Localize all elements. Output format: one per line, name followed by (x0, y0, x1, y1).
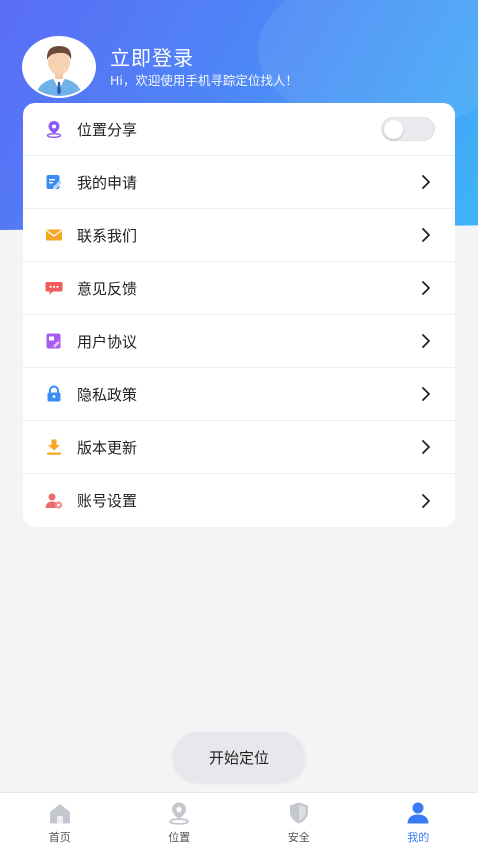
tab-security[interactable]: 安全 (239, 793, 359, 850)
toggle-knob (384, 120, 403, 139)
menu-item-user-agreement[interactable]: 用户协议 (23, 315, 455, 368)
menu-item-version-update[interactable]: 版本更新 (23, 421, 455, 474)
tab-location[interactable]: 位置 (120, 793, 240, 850)
menu-item-label: 位置分享 (77, 120, 138, 139)
menu-item-label: 用户协议 (77, 332, 138, 351)
profile-area[interactable]: 立即登录 Hi，欢迎使用手机寻踪定位找人！ (22, 36, 298, 98)
menu-item-my-applications[interactable]: 我的申请 (23, 156, 455, 209)
login-title[interactable]: 立即登录 (110, 45, 298, 71)
menu-item-label: 联系我们 (77, 226, 138, 245)
lock-icon (45, 385, 63, 403)
agreement-icon (45, 332, 63, 350)
menu-item-label: 我的申请 (77, 173, 138, 192)
chevron-right-icon (422, 387, 430, 401)
tab-mine[interactable]: 我的 (359, 793, 478, 850)
menu-item-feedback[interactable]: 意见反馈 (23, 262, 455, 315)
tab-label: 首页 (48, 830, 71, 844)
menu-item-label: 账号设置 (77, 492, 138, 510)
person-icon (407, 802, 429, 823)
menu-card: 位置分享 我的申请 联系我们 意见反馈 用户协议 隐私政策 版本更新 账号设置 (23, 103, 455, 527)
avatar-person-icon (24, 38, 94, 96)
download-icon (45, 438, 63, 456)
greeting-text: Hi，欢迎使用手机寻踪定位找人！ (110, 72, 298, 88)
menu-item-label: 意见反馈 (77, 279, 138, 298)
tab-home[interactable]: 首页 (0, 793, 120, 850)
menu-item-location-share[interactable]: 位置分享 (23, 103, 455, 156)
menu-item-contact-us[interactable]: 联系我们 (23, 209, 455, 262)
avatar[interactable] (22, 36, 96, 98)
tab-label: 我的 (407, 830, 430, 844)
user-settings-icon (45, 492, 63, 510)
menu-item-account-settings[interactable]: 账号设置 (23, 474, 455, 527)
menu-item-label: 版本更新 (77, 438, 138, 457)
chevron-right-icon (422, 440, 430, 454)
mail-envelope-icon (45, 226, 63, 244)
chevron-right-icon (422, 281, 430, 295)
chat-bubble-icon (45, 279, 63, 297)
location-share-toggle[interactable] (381, 117, 435, 141)
menu-item-label: 隐私政策 (77, 385, 138, 404)
bottom-tab-bar: 首页 位置 安全 我的 (0, 792, 478, 850)
edit-document-icon (45, 173, 63, 191)
tab-label: 安全 (287, 830, 310, 844)
shield-icon (289, 802, 308, 823)
location-tab-icon (169, 802, 190, 825)
start-locating-button[interactable]: 开始定位 (173, 732, 305, 782)
menu-item-privacy-policy[interactable]: 隐私政策 (23, 368, 455, 421)
location-pin-icon (45, 120, 63, 138)
chevron-right-icon (422, 228, 430, 242)
chevron-right-icon (422, 175, 430, 189)
chevron-right-icon (422, 334, 430, 348)
tab-label: 位置 (168, 830, 191, 844)
chevron-right-icon (422, 493, 430, 508)
home-icon (49, 803, 70, 823)
